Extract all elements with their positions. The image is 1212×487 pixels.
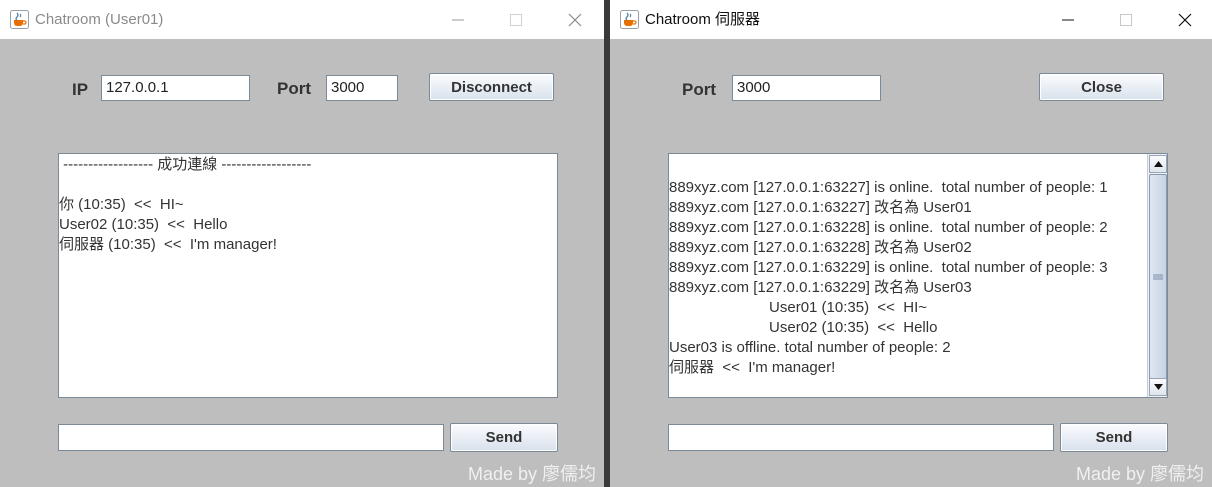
chat-line: User02 (10:35) << Hello bbox=[59, 216, 228, 233]
client-maximize-button[interactable] bbox=[493, 0, 539, 39]
client-port-label: Port bbox=[277, 79, 311, 98]
server-port-label: Port bbox=[682, 80, 716, 99]
log-line: 889xyz.com [127.0.0.1:63227] is online. … bbox=[669, 179, 1108, 196]
log-line: User01 (10:35) << HI~ bbox=[669, 299, 928, 316]
maximize-icon bbox=[510, 13, 522, 26]
close-icon bbox=[568, 13, 582, 26]
chat-line: 你 (10:35) << HI~ bbox=[59, 196, 184, 213]
server-window: Chatroom 伺服器 Port 3000 Close 889xyz.com … bbox=[610, 0, 1212, 487]
log-line: User02 (10:35) << Hello bbox=[669, 319, 938, 336]
ip-label: IP bbox=[72, 80, 89, 99]
server-message-input[interactable] bbox=[668, 424, 1054, 451]
java-coffee-cup-icon bbox=[10, 10, 29, 29]
log-line: 伺服器 << I'm manager! bbox=[669, 359, 836, 376]
client-window-title: Chatroom (User01) bbox=[35, 11, 164, 28]
client-window: Chatroom (User01) IP 127.0.0.1 Port 3000… bbox=[0, 0, 604, 487]
client-send-button[interactable]: Send bbox=[450, 423, 558, 452]
maximize-icon bbox=[1120, 13, 1132, 26]
close-icon bbox=[1178, 13, 1192, 26]
log-line: 889xyz.com [127.0.0.1:63228] 改名為 User02 bbox=[669, 239, 972, 256]
server-close-app-button[interactable]: Close bbox=[1039, 73, 1164, 101]
client-port-field[interactable]: 3000 bbox=[326, 75, 398, 101]
chat-line: 伺服器 (10:35) << I'm manager! bbox=[59, 236, 277, 253]
server-credit: Made by 廖儒均 bbox=[1075, 464, 1204, 484]
chat-line bbox=[59, 175, 557, 195]
log-line: User03 is offline. total number of peopl… bbox=[669, 339, 951, 356]
chat-line: ------------------ 成功連線 ----------------… bbox=[59, 156, 312, 173]
scroll-thumb[interactable] bbox=[1149, 174, 1167, 379]
minimize-icon bbox=[452, 19, 464, 20]
log-line: 889xyz.com [127.0.0.1:63229] is online. … bbox=[669, 259, 1108, 276]
log-line: 889xyz.com [127.0.0.1:63228] is online. … bbox=[669, 219, 1108, 236]
scroll-down-arrow-icon bbox=[1153, 384, 1163, 390]
server-maximize-button[interactable] bbox=[1103, 0, 1149, 39]
server-log-scrollbar[interactable] bbox=[1147, 154, 1167, 397]
server-close-button[interactable] bbox=[1162, 0, 1208, 39]
server-port-field[interactable]: 3000 bbox=[732, 75, 881, 101]
server-titlebar[interactable]: Chatroom 伺服器 bbox=[610, 0, 1212, 39]
log-line: 889xyz.com [127.0.0.1:63227] 改名為 User01 bbox=[669, 199, 972, 216]
java-coffee-cup-icon bbox=[620, 10, 639, 29]
scroll-up-button[interactable] bbox=[1149, 155, 1167, 173]
client-credit: Made by 廖儒均 bbox=[467, 464, 596, 484]
ip-field[interactable]: 127.0.0.1 bbox=[101, 75, 250, 101]
grip-icon bbox=[1153, 274, 1163, 279]
minimize-icon bbox=[1062, 19, 1074, 20]
client-chat-area[interactable]: ------------------ 成功連線 ----------------… bbox=[58, 153, 558, 398]
scroll-down-button[interactable] bbox=[1149, 378, 1167, 396]
server-log-area[interactable]: 889xyz.com [127.0.0.1:63227] is online. … bbox=[668, 153, 1168, 398]
client-titlebar[interactable]: Chatroom (User01) bbox=[0, 0, 604, 39]
client-minimize-button[interactable] bbox=[435, 0, 481, 39]
log-line: 889xyz.com [127.0.0.1:63229] 改名為 User03 bbox=[669, 279, 972, 296]
scroll-up-arrow-icon bbox=[1153, 161, 1163, 167]
client-message-input[interactable] bbox=[58, 424, 444, 451]
client-close-button[interactable] bbox=[552, 0, 598, 39]
server-window-title: Chatroom 伺服器 bbox=[645, 11, 761, 28]
server-minimize-button[interactable] bbox=[1045, 0, 1091, 39]
disconnect-button[interactable]: Disconnect bbox=[429, 73, 554, 101]
server-send-button[interactable]: Send bbox=[1060, 423, 1168, 452]
